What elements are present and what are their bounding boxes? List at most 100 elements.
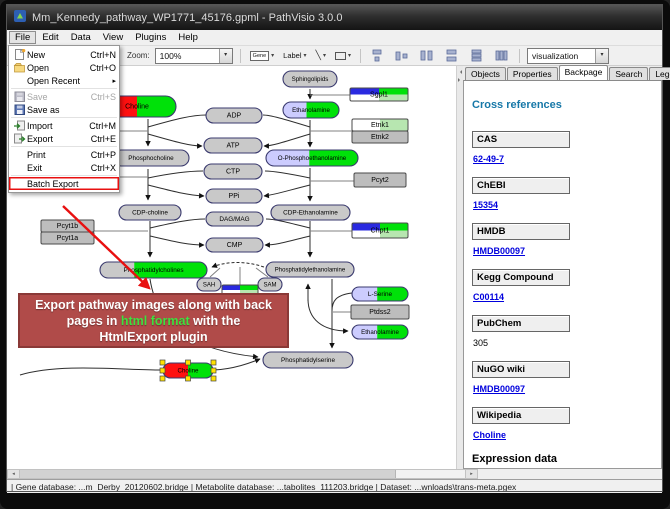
node-atp[interactable]: ATP (204, 138, 262, 153)
chevron-down-icon: ▾ (323, 52, 326, 59)
node-phosphocholine[interactable]: Phosphocholine (113, 150, 189, 166)
gene-etnk2[interactable]: Etnk2 (352, 131, 408, 143)
scrollbar-thumb[interactable] (20, 470, 396, 478)
align-center-x-icon[interactable] (368, 48, 387, 63)
file-menu-item-open-recent[interactable]: Open Recent▸ (9, 74, 119, 87)
node-ethanolamine[interactable]: Ethanolamine (283, 102, 339, 118)
gene-pcyt1b[interactable]: Pcyt1b (41, 220, 94, 232)
shape-tool-button[interactable]: ▾ (333, 51, 353, 61)
selection-handle[interactable] (186, 360, 191, 365)
file-menu-popup: NewCtrl+NOpenCtrl+OOpen Recent▸ SaveCtrl+… (8, 45, 120, 193)
visualization-combobox[interactable]: visualization ▾ (527, 48, 609, 64)
selection-handle[interactable] (211, 368, 216, 373)
stack-vertical-icon[interactable] (468, 48, 487, 63)
node-o-phosphoethanolamine[interactable]: O-Phosphoethanolamine (266, 150, 358, 166)
selection-handle[interactable] (160, 376, 165, 381)
node-sah[interactable]: SAH (197, 278, 221, 291)
export-icon (11, 133, 27, 145)
annotation-line1: Export pathway images along with back (20, 297, 287, 313)
crossref-link[interactable]: C00114 (473, 292, 504, 302)
file-menu-item-import[interactable]: ImportCtrl+M (9, 119, 119, 132)
align-center-y-icon[interactable] (393, 48, 412, 63)
gene-pcyt1a[interactable]: Pcyt1a (41, 232, 94, 244)
common-width-icon[interactable] (418, 48, 437, 63)
selection-handle[interactable] (211, 360, 216, 365)
node-ctp[interactable]: CTP (204, 164, 262, 179)
node-ethanolamine-2[interactable]: Ethanolamine (352, 325, 408, 339)
stack-horizontal-icon[interactable] (493, 48, 512, 63)
crossref-link[interactable]: HMDB00097 (473, 384, 525, 394)
node-cmp[interactable]: CMP (206, 238, 263, 252)
splitter-collapse-left-icon[interactable] (458, 70, 462, 74)
selection-handle[interactable] (160, 360, 165, 365)
splitter-collapse-right-icon[interactable] (458, 78, 462, 82)
menu-file[interactable]: File (9, 31, 36, 44)
node-choline-selected[interactable]: Choline (160, 360, 216, 381)
gene-sgpl1[interactable]: Sgpl1 (350, 88, 408, 101)
label-tool-button[interactable]: Label ▾ (281, 50, 308, 61)
crossref-link[interactable]: 15354 (473, 200, 498, 210)
tab-backpage[interactable]: Backpage (559, 65, 609, 80)
splitter-handle[interactable] (456, 66, 463, 469)
node-label: DAG/MAG (219, 216, 249, 223)
tab-search[interactable]: Search (609, 67, 648, 80)
zoom-combobox[interactable]: 100% ▾ (155, 48, 233, 64)
horizontal-scrollbar[interactable]: ◂ ▸ (7, 469, 478, 479)
selection-handle[interactable] (186, 376, 191, 381)
node-ppi[interactable]: PPi (206, 189, 262, 203)
node-adp[interactable]: ADP (206, 108, 262, 123)
node-dag-mag[interactable]: DAG/MAG (206, 212, 263, 226)
tab-objects[interactable]: Objects (465, 67, 506, 80)
menu-view[interactable]: View (97, 31, 129, 44)
file-menu-item-export[interactable]: ExportCtrl+E (9, 132, 119, 145)
file-menu-item-print[interactable]: PrintCtrl+P (9, 148, 119, 161)
chevron-down-icon: ▾ (271, 52, 274, 59)
selection-handle[interactable] (211, 376, 216, 381)
file-menu-item-save-as[interactable]: Save as (9, 103, 119, 116)
menu-plugins[interactable]: Plugins (129, 31, 172, 44)
line-tool-button[interactable]: ╲ ▾ (314, 49, 328, 62)
scroll-right-icon[interactable]: ▸ (465, 470, 477, 478)
chevron-down-icon: ▾ (348, 52, 351, 59)
crossref-link[interactable]: 62-49-7 (473, 154, 504, 164)
menu-edit[interactable]: Edit (36, 31, 64, 44)
blank-icon (11, 149, 27, 161)
visualization-dropdown-icon[interactable]: ▾ (595, 49, 608, 63)
pathway-edge (148, 185, 204, 196)
node-cdp-ethanolamine[interactable]: CDP-Ethanolamine (271, 205, 350, 220)
common-height-icon[interactable] (443, 48, 462, 63)
node-l-serine[interactable]: L-Serine (352, 287, 408, 301)
side-panel-tabs: ObjectsPropertiesBackpageSearchLegend (463, 66, 662, 80)
selection-handle[interactable] (160, 368, 165, 373)
menu-help[interactable]: Help (172, 31, 204, 44)
node-phosphatidylcholines[interactable]: Phosphatidylcholines (100, 262, 207, 278)
node-sphingolipids[interactable]: Sphingolipids (283, 71, 337, 87)
crossref-link[interactable]: Choline (473, 430, 506, 440)
crossref-section-cas: CAS62-49-7 (472, 131, 653, 167)
gene-pcyt2[interactable]: Pcyt2 (354, 173, 406, 187)
file-menu-item-batch-export[interactable]: Batch Export (9, 177, 119, 190)
status-text: | Gene database: ...m_Derby_20120602.bri… (11, 482, 516, 492)
file-menu-item-save[interactable]: SaveCtrl+S (9, 90, 119, 103)
title-bar[interactable]: Mm_Kennedy_pathway_WP1771_45176.gpml - P… (7, 5, 662, 30)
crossref-link[interactable]: HMDB00097 (473, 246, 525, 256)
gene-ptdss2[interactable]: Ptdss2 (351, 305, 409, 319)
menu-data[interactable]: Data (65, 31, 97, 44)
node-phosphatidylethanolamine[interactable]: Phosphatidylethanolamine (266, 262, 354, 277)
node-label: ATP (226, 143, 239, 150)
file-menu-item-new[interactable]: NewCtrl+N (9, 48, 119, 61)
node-phosphatidylserine[interactable]: Phosphatidylserine (263, 352, 353, 368)
datanode-gene-button[interactable]: Gene ▾ (248, 50, 276, 62)
tab-legend[interactable]: Legend (649, 67, 670, 80)
zoom-dropdown-icon[interactable]: ▾ (219, 49, 232, 63)
scroll-left-icon[interactable]: ◂ (8, 470, 20, 478)
node-sam[interactable]: SAM (258, 278, 282, 291)
tab-properties[interactable]: Properties (507, 67, 558, 80)
annotation-line3: HtmlExport plugin (20, 329, 287, 345)
menu-separator (11, 88, 117, 89)
gene-chpt1[interactable]: Chpt1 (352, 223, 408, 238)
file-menu-item-open[interactable]: OpenCtrl+O (9, 61, 119, 74)
file-menu-item-exit[interactable]: ExitCtrl+X (9, 161, 119, 174)
node-cdp-choline[interactable]: CDP-choline (119, 205, 181, 220)
gene-etnk1[interactable]: Etnk1 (352, 119, 408, 131)
